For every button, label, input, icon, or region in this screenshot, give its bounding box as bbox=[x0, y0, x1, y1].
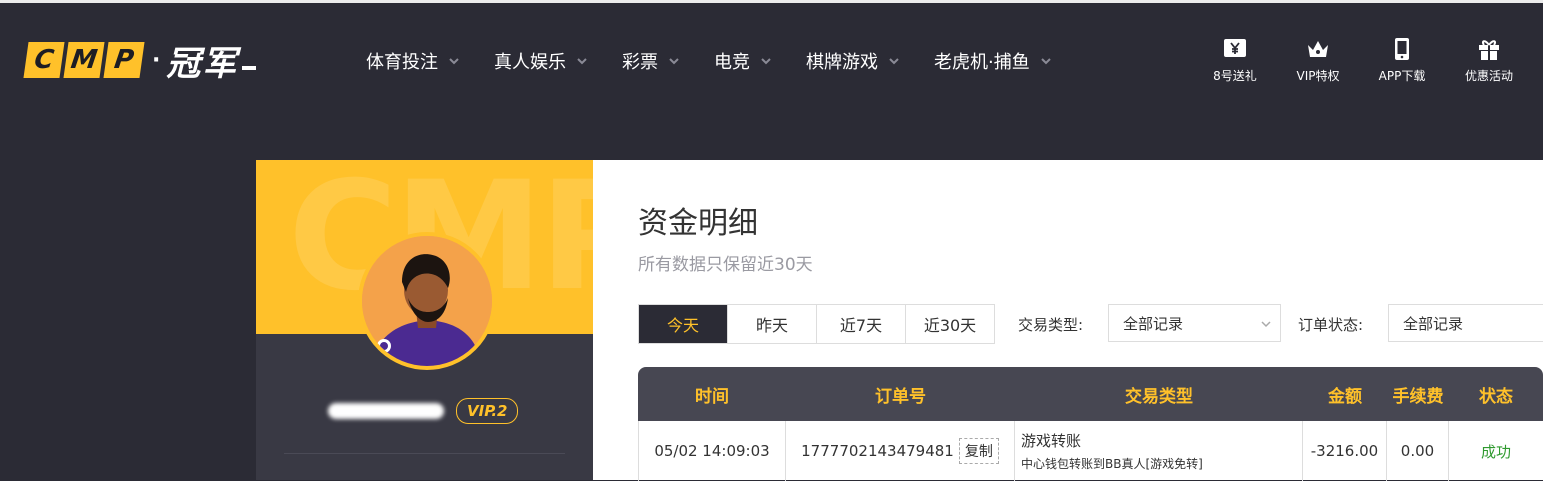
nav-item-label: 老虎机·捕鱼 bbox=[934, 52, 1030, 73]
logo-text: 冠军 bbox=[166, 43, 239, 84]
column-header-fee: 手续费 bbox=[1392, 386, 1444, 407]
cell-type: 游戏转账 中心钱包转账到BB真人[游戏免转] bbox=[1015, 421, 1303, 481]
nav-item-lottery[interactable]: 彩票 bbox=[622, 48, 680, 74]
chevron-down-icon bbox=[1261, 321, 1271, 328]
nav-item-sports[interactable]: 体育投注 bbox=[366, 48, 460, 74]
chevron-down-icon bbox=[669, 58, 679, 65]
tab-yesterday[interactable]: 昨天 bbox=[728, 305, 817, 343]
transaction-type-label: 交易类型: bbox=[1018, 316, 1084, 334]
logo-dot: · bbox=[152, 47, 161, 73]
nav-item-card-games[interactable]: 棋牌游戏 bbox=[806, 48, 900, 74]
column-header-amount: 金额 bbox=[1328, 386, 1362, 407]
logo-letter-m: M bbox=[63, 42, 105, 78]
logo[interactable]: C M P · 冠军 bbox=[23, 41, 257, 84]
nav-item-label: 体育投注 bbox=[366, 52, 438, 73]
chevron-down-icon bbox=[577, 58, 587, 65]
tab-last-30-days[interactable]: 近30天 bbox=[906, 305, 994, 343]
user-row: VIP.2 bbox=[328, 396, 528, 426]
nav-item-label: 电竞 bbox=[714, 52, 750, 73]
cell-time: 05/02 14:09:03 bbox=[639, 421, 786, 481]
phone-icon bbox=[1395, 38, 1409, 60]
chevron-down-icon bbox=[449, 58, 459, 65]
order-status-value: 全部记录 bbox=[1403, 314, 1464, 333]
quick-link-promotions[interactable]: 优惠活动 bbox=[1449, 37, 1529, 84]
tab-last-7-days[interactable]: 近7天 bbox=[817, 305, 906, 343]
transaction-type: 游戏转账 bbox=[1021, 432, 1082, 450]
quick-link-label: 8号送礼 bbox=[1213, 69, 1257, 83]
transaction-type-select[interactable]: 全部记录 bbox=[1108, 304, 1281, 342]
profile-panel: CMP VIP.2 bbox=[256, 160, 593, 480]
main-nav: 体育投注 真人娱乐 彩票 电竞 棋牌游戏 老虎机·捕鱼 bbox=[366, 47, 1086, 75]
header: C M P · 冠军 体育投注 真人娱乐 彩票 电竞 棋牌游戏 老虎机·捕鱼 8… bbox=[0, 3, 1543, 113]
chevron-down-icon bbox=[889, 58, 899, 65]
logo-letter-p: P bbox=[103, 42, 145, 78]
cell-order: 1777702143479481 复制 bbox=[786, 421, 1015, 481]
logo-letter-c: C bbox=[23, 42, 65, 78]
crown-icon bbox=[1308, 41, 1328, 57]
column-header-status: 状态 bbox=[1479, 386, 1513, 407]
quick-link-label: VIP特权 bbox=[1296, 69, 1340, 83]
order-number: 1777702143479481 bbox=[801, 442, 954, 460]
nav-item-label: 彩票 bbox=[622, 52, 658, 73]
vip-badge[interactable]: VIP.2 bbox=[456, 398, 519, 424]
order-status-select[interactable]: 全部记录 bbox=[1388, 304, 1543, 342]
quick-link-vip[interactable]: VIP特权 bbox=[1278, 37, 1358, 84]
column-header-type: 交易类型 bbox=[1125, 386, 1193, 407]
avatar-image bbox=[362, 236, 492, 366]
chevron-down-icon bbox=[761, 58, 771, 65]
transactions-table: 时间 订单号 交易类型 金额 手续费 状态 05/02 14:09:03 177… bbox=[638, 367, 1543, 481]
quick-link-label: 优惠活动 bbox=[1464, 69, 1513, 83]
nav-item-label: 真人娱乐 bbox=[494, 52, 566, 73]
table-header: 时间 订单号 交易类型 金额 手续费 状态 bbox=[638, 367, 1543, 421]
avatar[interactable] bbox=[358, 232, 496, 370]
column-header-order: 订单号 bbox=[875, 386, 926, 407]
nav-item-slots-fishing[interactable]: 老虎机·捕鱼 bbox=[934, 48, 1052, 74]
date-tabs: 今天 昨天 近7天 近30天 bbox=[638, 304, 995, 344]
table-row: 05/02 14:09:03 1777702143479481 复制 游戏转账 … bbox=[638, 421, 1543, 481]
username-redacted bbox=[328, 403, 444, 419]
chevron-down-icon bbox=[1041, 58, 1051, 65]
transaction-type-value: 全部记录 bbox=[1123, 314, 1184, 333]
nav-item-live-casino[interactable]: 真人娱乐 bbox=[494, 48, 588, 74]
order-status-label: 订单状态: bbox=[1298, 316, 1364, 334]
cell-fee: 0.00 bbox=[1387, 421, 1449, 481]
yen-ticket-icon bbox=[1224, 39, 1246, 57]
page-subtitle: 所有数据只保留近30天 bbox=[638, 255, 813, 275]
quick-link-gift-day[interactable]: 8号送礼 bbox=[1195, 37, 1275, 84]
quick-link-label: APP下载 bbox=[1378, 69, 1426, 83]
cell-amount: -3216.00 bbox=[1303, 421, 1387, 481]
nav-item-label: 棋牌游戏 bbox=[806, 52, 878, 73]
tab-today[interactable]: 今天 bbox=[639, 305, 728, 343]
transaction-detail: 中心钱包转账到BB真人[游戏免转] bbox=[1021, 457, 1203, 471]
divider bbox=[284, 453, 565, 454]
copy-button[interactable]: 复制 bbox=[958, 438, 999, 464]
nav-item-esports[interactable]: 电竞 bbox=[714, 48, 772, 74]
main-panel: 资金明细 所有数据只保留近30天 今天 昨天 近7天 近30天 交易类型: 全部… bbox=[593, 160, 1543, 481]
gift-icon bbox=[1479, 40, 1499, 60]
cell-status: 成功 bbox=[1480, 442, 1511, 461]
column-header-time: 时间 bbox=[695, 386, 729, 407]
page-title: 资金明细 bbox=[638, 206, 758, 241]
quick-link-app[interactable]: APP下载 bbox=[1362, 37, 1442, 84]
logo-dash bbox=[242, 66, 257, 70]
